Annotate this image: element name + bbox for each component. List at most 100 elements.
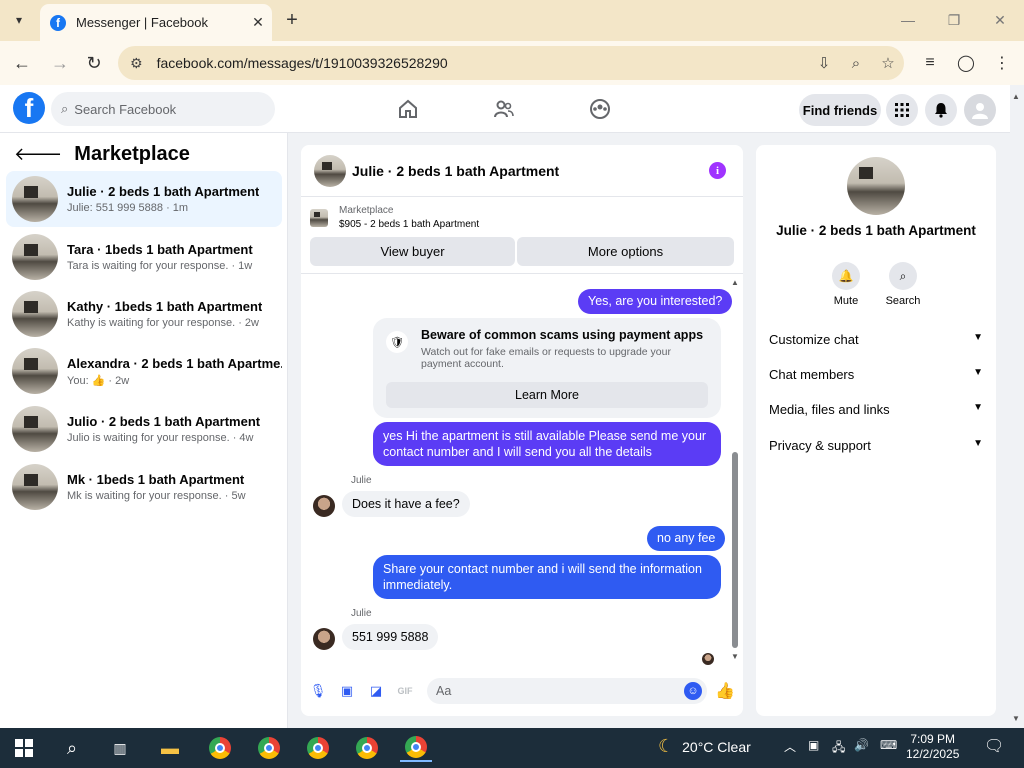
search-icon[interactable]: ⌕ bbox=[56, 734, 88, 762]
conversation-item[interactable]: Julie · 2 beds 1 bath Apartment Julie: 55… bbox=[6, 171, 282, 227]
incoming-message[interactable]: Does it have a fee? bbox=[342, 491, 470, 517]
conversation-name: Julio · 2 beds 1 bath Apartment bbox=[67, 414, 261, 429]
chat-listing-thumbnail[interactable] bbox=[314, 154, 346, 187]
search-facebook-input[interactable]: ⌕ Search Facebook bbox=[51, 92, 275, 126]
weather-widget[interactable]: ☾ 20°C Clear bbox=[658, 736, 751, 757]
volume-icon[interactable]: 🔊 bbox=[854, 738, 869, 752]
bell-icon: 🔔 bbox=[832, 262, 860, 290]
thumbs-up-icon[interactable]: 👍 bbox=[715, 682, 735, 700]
maximize-icon[interactable]: ❐ bbox=[934, 8, 974, 32]
task-view-icon[interactable]: ▥ bbox=[104, 734, 136, 762]
search-action[interactable]: ⌕ Search bbox=[880, 262, 926, 307]
chat-header: Julie · 2 beds 1 bath Apartment i bbox=[301, 145, 743, 197]
more-options-button[interactable]: More options bbox=[517, 237, 734, 266]
view-buyer-button[interactable]: View buyer bbox=[310, 237, 515, 266]
media-files-links-row[interactable]: Media, files and links ▼ bbox=[769, 402, 983, 417]
find-friends-button[interactable]: Find friends bbox=[799, 94, 881, 126]
listing-thumbnail bbox=[12, 291, 58, 337]
url-field[interactable]: ⚙ facebook.com/messages/t/19100393265282… bbox=[118, 46, 904, 80]
site-info-icon[interactable]: ⚙ bbox=[130, 55, 143, 72]
conversation-item[interactable]: Alexandra · 2 beds 1 bath Apartme... You:… bbox=[6, 343, 282, 399]
mute-action[interactable]: 🔔 Mute bbox=[823, 262, 869, 307]
window-close-icon[interactable]: ✕ bbox=[980, 8, 1020, 32]
chevron-up-icon[interactable]: ︿ bbox=[784, 738, 796, 755]
chrome-icon[interactable] bbox=[253, 734, 285, 762]
bookmark-star-icon[interactable]: ☆ bbox=[872, 54, 904, 72]
emoji-icon[interactable]: ☺ bbox=[684, 682, 702, 700]
clock[interactable]: 7:09 PM 12/2/2025 bbox=[906, 732, 959, 762]
learn-more-button[interactable]: Learn More bbox=[386, 382, 708, 408]
conversation-item[interactable]: Tara · 1beds 1 bath Apartment Tara is wai… bbox=[6, 229, 282, 285]
conversation-item[interactable]: Julio · 2 beds 1 bath Apartment Julio is … bbox=[6, 401, 282, 457]
media-icon[interactable]: ≡ bbox=[916, 49, 944, 77]
message-input[interactable]: Aa bbox=[427, 678, 707, 704]
outgoing-message[interactable]: Share your contact number and i will sen… bbox=[373, 555, 721, 599]
listing-summary[interactable]: Marketplace $905 - 2 beds 1 bath Apartme… bbox=[310, 205, 479, 230]
close-icon[interactable]: ✕ bbox=[244, 14, 272, 31]
menu-grid-icon[interactable] bbox=[886, 94, 918, 126]
sticker-icon[interactable]: ◪ bbox=[367, 682, 385, 700]
notifications-bell-icon[interactable] bbox=[925, 94, 957, 126]
browser-tab[interactable]: f Messenger | Facebook ✕ bbox=[40, 4, 272, 41]
chat-scroll-up-icon[interactable]: ▲ bbox=[731, 278, 739, 287]
notifications-icon[interactable]: 🗨 bbox=[984, 736, 1004, 756]
sender-name: Julie bbox=[351, 475, 372, 486]
listing-photo[interactable] bbox=[847, 157, 905, 215]
incoming-message[interactable]: 551 999 5888 bbox=[342, 624, 439, 650]
outgoing-message[interactable]: no any fee bbox=[647, 526, 726, 551]
file-explorer-icon[interactable]: ▬ bbox=[154, 734, 186, 762]
windows-start-icon[interactable] bbox=[8, 734, 40, 762]
conversation-item[interactable]: Kathy · 1beds 1 bath Apartment Kathy is w… bbox=[6, 286, 282, 342]
forward-icon[interactable]: → bbox=[46, 49, 74, 77]
browser-tab-bar: ▾ f Messenger | Facebook ✕ + — ❐ ✕ bbox=[0, 0, 1024, 41]
profile-icon[interactable]: ◯ bbox=[952, 49, 980, 77]
tab-title: Messenger | Facebook bbox=[76, 15, 208, 30]
page-scroll-down-icon[interactable]: ▼ bbox=[1012, 714, 1020, 723]
page-scroll-up-icon[interactable]: ▲ bbox=[1012, 92, 1020, 101]
reload-icon[interactable]: ↻ bbox=[80, 49, 108, 77]
home-icon[interactable] bbox=[394, 95, 422, 123]
outgoing-message[interactable]: Yes, are you interested? bbox=[578, 289, 733, 314]
scam-warning-description: Watch out for fake emails or requests to… bbox=[421, 346, 671, 370]
julie-avatar[interactable] bbox=[313, 628, 335, 650]
network-icon[interactable]: 🖧 bbox=[832, 738, 845, 759]
chat-scrollbar[interactable] bbox=[732, 452, 738, 648]
chrome-icon[interactable] bbox=[204, 734, 236, 762]
privacy-support-row[interactable]: Privacy & support ▼ bbox=[769, 438, 983, 453]
active-app-icon[interactable] bbox=[400, 734, 432, 762]
chrome-icon[interactable] bbox=[351, 734, 383, 762]
minimize-icon[interactable]: — bbox=[888, 8, 928, 32]
chat-scroll-down-icon[interactable]: ▼ bbox=[731, 652, 739, 661]
friends-icon[interactable] bbox=[490, 95, 518, 123]
back-icon[interactable]: ← bbox=[8, 49, 36, 77]
conversation-item[interactable]: Mk · 1beds 1 bath Apartment Mk is waiting… bbox=[6, 459, 282, 515]
photo-icon[interactable]: ▣ bbox=[338, 682, 356, 700]
new-tab-icon[interactable]: + bbox=[280, 8, 304, 32]
camera-icon[interactable]: ▣ bbox=[808, 738, 819, 752]
gif-icon[interactable]: GIF bbox=[396, 682, 414, 700]
info-icon[interactable]: i bbox=[709, 162, 726, 179]
chat-title[interactable]: Julie · 2 beds 1 bath Apartment bbox=[352, 163, 559, 179]
outgoing-message[interactable]: yes Hi the apartment is still available … bbox=[373, 422, 721, 466]
moon-icon: ☾ bbox=[658, 736, 675, 756]
julie-avatar[interactable] bbox=[313, 495, 335, 517]
microphone-icon[interactable]: 🎙 bbox=[309, 682, 327, 700]
account-avatar[interactable] bbox=[964, 94, 996, 126]
menu-icon[interactable]: ⋮ bbox=[988, 49, 1016, 77]
customize-chat-row[interactable]: Customize chat ▼ bbox=[769, 332, 983, 347]
chrome-icon[interactable] bbox=[302, 734, 334, 762]
facebook-header: f ⌕ Search Facebook Find friends bbox=[0, 85, 1010, 133]
facebook-logo[interactable]: f bbox=[13, 92, 45, 124]
install-icon[interactable]: ⇩ bbox=[808, 54, 840, 72]
marketplace-sidebar: 🡐 Marketplace Julie · 2 beds 1 bath Apar… bbox=[0, 133, 288, 728]
groups-icon[interactable] bbox=[586, 95, 614, 123]
back-arrow-icon[interactable]: 🡐 bbox=[14, 144, 62, 165]
tab-search-icon[interactable]: ▾ bbox=[6, 8, 32, 32]
seen-receipt-avatar bbox=[702, 653, 714, 665]
conversation-preview: Kathy is waiting for your response. · 2w bbox=[67, 317, 259, 329]
chat-members-row[interactable]: Chat members ▼ bbox=[769, 367, 983, 382]
keyboard-icon[interactable]: ⌨ bbox=[880, 738, 897, 752]
row-label: Privacy & support bbox=[769, 438, 871, 453]
conversation-info-panel: Julie · 2 beds 1 bath Apartment 🔔 Mute ⌕… bbox=[756, 145, 996, 716]
zoom-icon[interactable]: ⌕ bbox=[840, 55, 872, 72]
